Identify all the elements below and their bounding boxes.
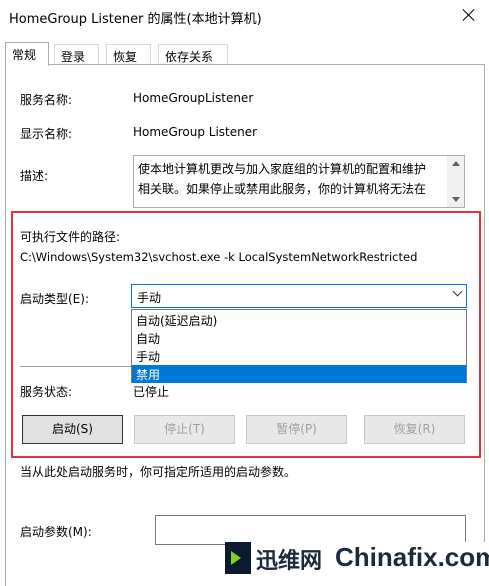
chevron-down-icon[interactable] — [452, 286, 463, 297]
service-name-label: 服务名称: — [20, 93, 73, 107]
exec-path-label: 可执行文件的路径: — [20, 230, 121, 244]
service-name-value: HomeGroupListener — [133, 91, 254, 105]
description-line: 相关联。如果停止或禁用此服务，你的计算机将无法在 — [138, 182, 427, 196]
description-text: 使本地计算机更改与加入家庭组的计算机的配置和维护 相关联。如果停止或禁用此服务，… — [138, 159, 444, 199]
tab-logon[interactable]: 登录 — [54, 44, 99, 65]
description-line: 使本地计算机更改与加入家庭组的计算机的配置和维护 — [138, 162, 427, 176]
stop-button[interactable]: 停止(T) — [134, 415, 235, 444]
startup-type-label: 启动类型(E): — [20, 292, 89, 306]
option-auto-delayed[interactable]: 自动(延迟启动) — [132, 311, 466, 329]
display-name-value: HomeGroup Listener — [133, 125, 258, 139]
tab-label: 依存关系 — [165, 50, 214, 64]
tab-label: 登录 — [61, 50, 86, 64]
start-params-hint: 当从此处启动服务时，你可指定所适用的启动参数。 — [20, 465, 297, 479]
service-status-label: 服务状态: — [20, 385, 73, 399]
tab-label: 常规 — [12, 48, 37, 62]
start-params-label: 启动参数(M): — [20, 525, 92, 539]
display-name-label: 显示名称: — [20, 127, 73, 141]
tab-dependencies[interactable]: 依存关系 — [158, 44, 228, 65]
watermark: 迅维网 Chinafix.com — [225, 542, 489, 586]
service-status-value: 已停止 — [133, 385, 170, 399]
tab-recovery[interactable]: 恢复 — [106, 44, 151, 65]
scroll-up-icon[interactable] — [452, 161, 460, 166]
close-icon[interactable] — [457, 4, 481, 26]
watermark-cn: 迅维网 — [256, 549, 323, 574]
startup-type-dropdown: 自动(延迟启动) 自动 手动 禁用 — [131, 309, 467, 383]
pause-button[interactable]: 暂停(P) — [246, 415, 347, 444]
description-field[interactable]: 使本地计算机更改与加入家庭组的计算机的配置和维护 相关联。如果停止或禁用此服务，… — [133, 155, 465, 208]
startup-type-value: 手动 — [137, 291, 162, 305]
title-bar: HomeGroup Listener 的属性(本地计算机) — [0, 0, 489, 32]
startup-type-select[interactable]: 手动 — [131, 284, 467, 308]
tab-label: 恢复 — [113, 50, 138, 64]
description-label: 描述: — [20, 169, 49, 183]
option-disabled[interactable]: 禁用 — [132, 365, 466, 383]
option-auto[interactable]: 自动 — [132, 329, 466, 347]
watermark-en: Chinafix.com — [335, 542, 489, 572]
scroll-down-icon[interactable] — [452, 197, 460, 202]
start-button[interactable]: 启动(S) — [22, 415, 123, 444]
window-title: HomeGroup Listener 的属性(本地计算机) — [9, 12, 262, 27]
logo-icon — [225, 542, 251, 574]
tab-general[interactable]: 常规 — [5, 42, 49, 66]
option-manual[interactable]: 手动 — [132, 347, 466, 365]
resume-button[interactable]: 恢复(R) — [364, 415, 465, 444]
start-params-input[interactable] — [155, 515, 466, 545]
exec-path-value: C:\Windows\System32\svchost.exe -k Local… — [20, 250, 418, 264]
description-scrollbar[interactable] — [447, 156, 464, 207]
